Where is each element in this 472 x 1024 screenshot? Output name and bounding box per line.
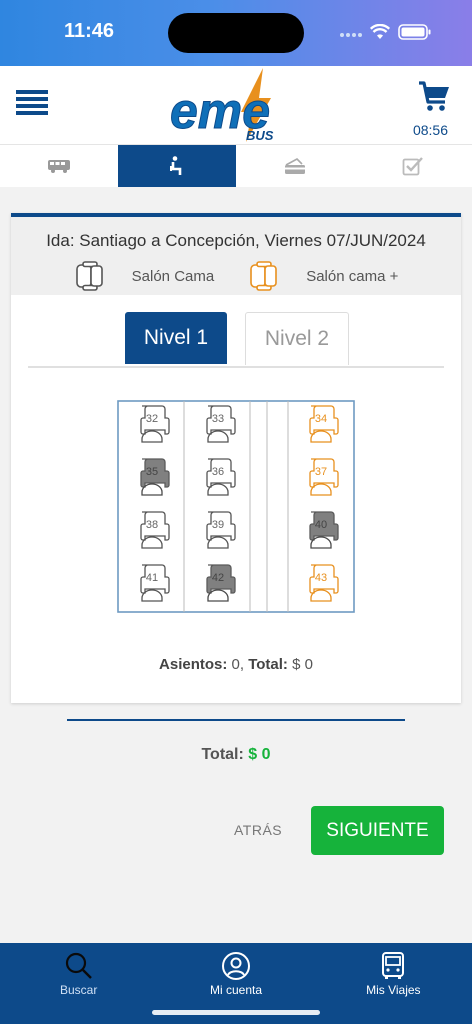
- summary-total-value: $ 0: [292, 656, 313, 673]
- step-seat[interactable]: [118, 145, 236, 187]
- seat-number: 40: [315, 519, 327, 531]
- next-button[interactable]: SIGUIENTE: [311, 806, 444, 855]
- bus-icon: [382, 952, 405, 979]
- seat-number: 36: [212, 466, 224, 478]
- seat-number: 34: [315, 413, 327, 425]
- seat-cama-icon: [75, 261, 103, 291]
- hamburger-icon: [16, 90, 48, 115]
- tab-nivel-1[interactable]: Nivel 1: [125, 312, 227, 364]
- seat-legend: Salón Cama Salón cama +: [11, 261, 461, 291]
- seat-selection-card: Ida: Santiago a Concepción, Viernes 07/J…: [11, 213, 461, 703]
- order-total: Total: $ 0: [0, 746, 472, 764]
- back-button[interactable]: ATRÁS: [234, 822, 282, 838]
- seat-summary: Asientos: 0, Total: $ 0: [159, 656, 313, 673]
- bus-side-icon: [48, 160, 70, 173]
- menu-button[interactable]: [16, 88, 48, 123]
- legend-salon-cama-plus: Salón cama +: [248, 261, 398, 291]
- app-header: eme BUS 08:56: [0, 66, 472, 144]
- step-payment[interactable]: [236, 145, 354, 187]
- nav-buscar-label: Buscar: [59, 983, 98, 997]
- summary-total-label: Total:: [248, 656, 288, 673]
- seat-number: 32: [146, 413, 158, 425]
- wifi-icon: [370, 24, 390, 39]
- order-total-label: Total:: [201, 746, 244, 763]
- dynamic-island: [168, 13, 304, 53]
- seat-number: 42: [212, 572, 224, 584]
- seat-cama-plus-icon: [250, 261, 278, 291]
- legend-salon-cama-plus-label: Salón cama +: [306, 267, 399, 285]
- trip-title: Ida: Santiago a Concepción, Viernes 07/J…: [46, 231, 426, 250]
- total-divider: [67, 719, 405, 721]
- booking-steps: [0, 144, 472, 187]
- checkbox-check-icon: [402, 157, 423, 176]
- cart-button[interactable]: [418, 80, 450, 117]
- legend-salon-cama: Salón Cama: [74, 261, 215, 291]
- seat-number: 41: [146, 572, 158, 584]
- seat-number: 37: [315, 466, 327, 478]
- seat-person-icon: [170, 156, 182, 175]
- logo-subtext: BUS: [246, 128, 274, 143]
- phone-screen: 11:46 eme BUS 08:56 Ida: Santiago a Conc…: [0, 0, 472, 1024]
- status-bar: 11:46: [0, 0, 472, 66]
- nav-mis-viajes[interactable]: Mis Viajes: [315, 943, 472, 1024]
- seat-number: 33: [212, 413, 224, 425]
- battery-icon: [398, 24, 431, 40]
- level-tabs: Nivel 1 Nivel 2: [28, 310, 444, 368]
- trip-header: Ida: Santiago a Concepción, Viernes 07/J…: [11, 217, 461, 295]
- seat-number: 35: [146, 466, 158, 478]
- summary-seats-value: 0: [231, 656, 240, 673]
- eme-bus-logo: eme BUS: [168, 68, 298, 149]
- step-trip[interactable]: [0, 145, 118, 187]
- order-total-value: $ 0: [248, 746, 271, 763]
- legend-salon-cama-label: Salón Cama: [131, 267, 215, 285]
- payment-icon: [285, 158, 305, 174]
- nav-mi-cuenta-label: Mi cuenta: [209, 983, 262, 997]
- cart-icon: [419, 81, 449, 111]
- user-icon: [221, 952, 250, 980]
- search-icon: [65, 952, 92, 979]
- seat-map: 32 33 34 35 36 37 38 39 40 41 42 43: [117, 400, 355, 613]
- status-time: 11:46: [64, 20, 115, 42]
- nav-buscar[interactable]: Buscar: [0, 943, 157, 1024]
- status-icons: [340, 24, 432, 40]
- seat-number: 43: [315, 572, 327, 584]
- home-indicator: [152, 1010, 320, 1015]
- signal-icon: [340, 33, 362, 37]
- tab-nivel-2[interactable]: Nivel 2: [245, 312, 349, 365]
- seat-number: 39: [212, 519, 224, 531]
- step-confirm[interactable]: [354, 145, 472, 187]
- cart-timer: 08:56: [412, 122, 448, 138]
- seat-number: 38: [146, 519, 158, 531]
- summary-seats-label: Asientos:: [159, 656, 228, 673]
- nav-mis-viajes-label: Mis Viajes: [366, 983, 421, 997]
